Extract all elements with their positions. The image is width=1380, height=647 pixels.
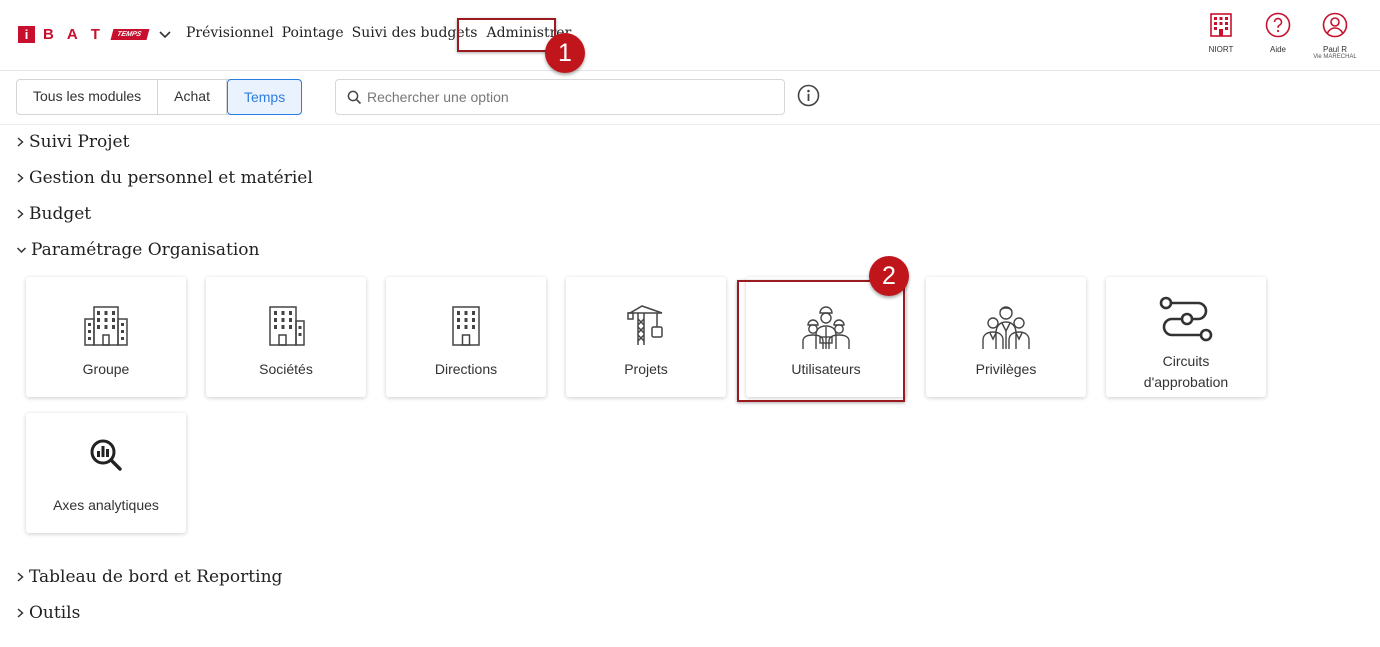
section-label: Paramétrage Organisation: [31, 240, 260, 260]
tile-circuits-approbation[interactable]: Circuits d'approbation: [1106, 277, 1266, 397]
nav-previsionnel[interactable]: Prévisionnel: [186, 25, 274, 41]
annotation-step-1: 1: [545, 33, 585, 73]
filter-achat[interactable]: Achat: [158, 80, 227, 114]
search-box: [335, 79, 785, 115]
section-gestion-personnel[interactable]: Gestion du personnel et matériel: [16, 167, 313, 189]
tile-label: Projets: [624, 361, 668, 377]
people-icon: [982, 306, 1030, 349]
workflow-icon: [1159, 296, 1213, 342]
building-group-icon: [84, 306, 128, 346]
section-parametrage-organisation[interactable]: Paramétrage Organisation: [16, 239, 259, 261]
annotation-step-2: 2: [869, 256, 909, 296]
logo-letter: A: [66, 26, 78, 43]
tile-societes[interactable]: Sociétés: [206, 277, 366, 397]
tile-projets[interactable]: Projets: [566, 277, 726, 397]
search-icon: [347, 90, 362, 105]
section-suivi-projet[interactable]: Suivi Projet: [16, 131, 129, 153]
tile-privileges[interactable]: Privilèges: [926, 277, 1086, 397]
chevron-down-icon[interactable]: [158, 28, 172, 42]
section-outils[interactable]: Outils: [16, 602, 80, 624]
logo-letter: B: [43, 26, 54, 43]
nav-pointage[interactable]: Pointage: [282, 25, 344, 41]
chevron-right-icon: [17, 209, 24, 219]
filter-temps[interactable]: Temps: [226, 79, 303, 115]
section-label: Suivi Projet: [29, 132, 130, 152]
tile-label-line: Circuits: [1162, 353, 1210, 369]
chevron-right-icon: [17, 572, 24, 582]
module-filter-group: Tous les modules Achat Temps: [16, 79, 303, 115]
app-header: i B A T TEMPS Prévisionnel Pointage Suiv…: [0, 0, 1380, 73]
user-subtitle: Vie MARECHAL: [1313, 54, 1357, 60]
annotation-highlight-administrer: [457, 18, 556, 52]
tile-label: Circuits d'approbation: [1106, 351, 1266, 393]
tile-label: Privilèges: [975, 361, 1037, 377]
tile-axes-analytiques[interactable]: Axes analytiques: [26, 413, 186, 533]
tile-label: Directions: [434, 361, 498, 377]
annotation-highlight-utilisateurs: [737, 280, 905, 402]
filter-tous-les-modules[interactable]: Tous les modules: [17, 80, 159, 114]
logo-product-badge: TEMPS: [110, 29, 150, 40]
tile-label: Axes analytiques: [53, 497, 159, 513]
section-label: Tableau de bord et Reporting: [29, 567, 283, 587]
user-menu[interactable]: Paul R Vie MARECHAL: [1300, 12, 1370, 61]
section-label: Outils: [29, 603, 81, 623]
building-company-icon: [269, 306, 305, 346]
crane-icon: [627, 305, 663, 345]
chevron-down-icon: [16, 247, 27, 254]
chevron-right-icon: [17, 608, 24, 618]
logo-letter: T: [90, 26, 100, 43]
logo-i-mark: i: [18, 26, 35, 43]
tile-groupe[interactable]: Groupe: [26, 277, 186, 397]
user-avatar-icon: [1322, 12, 1348, 38]
tile-directions[interactable]: Directions: [386, 277, 546, 397]
user-name: Paul R: [1322, 45, 1347, 54]
help-icon: [1265, 12, 1291, 38]
section-label: Gestion du personnel et matériel: [29, 168, 313, 188]
logo-wordmark: B A T: [43, 26, 100, 43]
search-input[interactable]: [367, 87, 767, 107]
chevron-right-icon: [17, 137, 24, 147]
section-label: Budget: [29, 204, 92, 224]
tile-label-line: d'approbation: [1143, 374, 1229, 390]
building-icon: [452, 306, 480, 346]
analytics-search-icon: [90, 439, 122, 471]
chevron-right-icon: [17, 173, 24, 183]
section-tableau-de-bord[interactable]: Tableau de bord et Reporting: [16, 566, 282, 588]
tile-label: Groupe: [82, 361, 130, 377]
app-logo[interactable]: i B A T TEMPS: [18, 26, 150, 43]
section-budget[interactable]: Budget: [16, 203, 91, 225]
info-icon[interactable]: [797, 84, 820, 107]
tile-label: Sociétés: [259, 361, 313, 377]
building-icon: [1210, 13, 1232, 37]
toolbar: Tous les modules Achat Temps: [0, 71, 1380, 125]
